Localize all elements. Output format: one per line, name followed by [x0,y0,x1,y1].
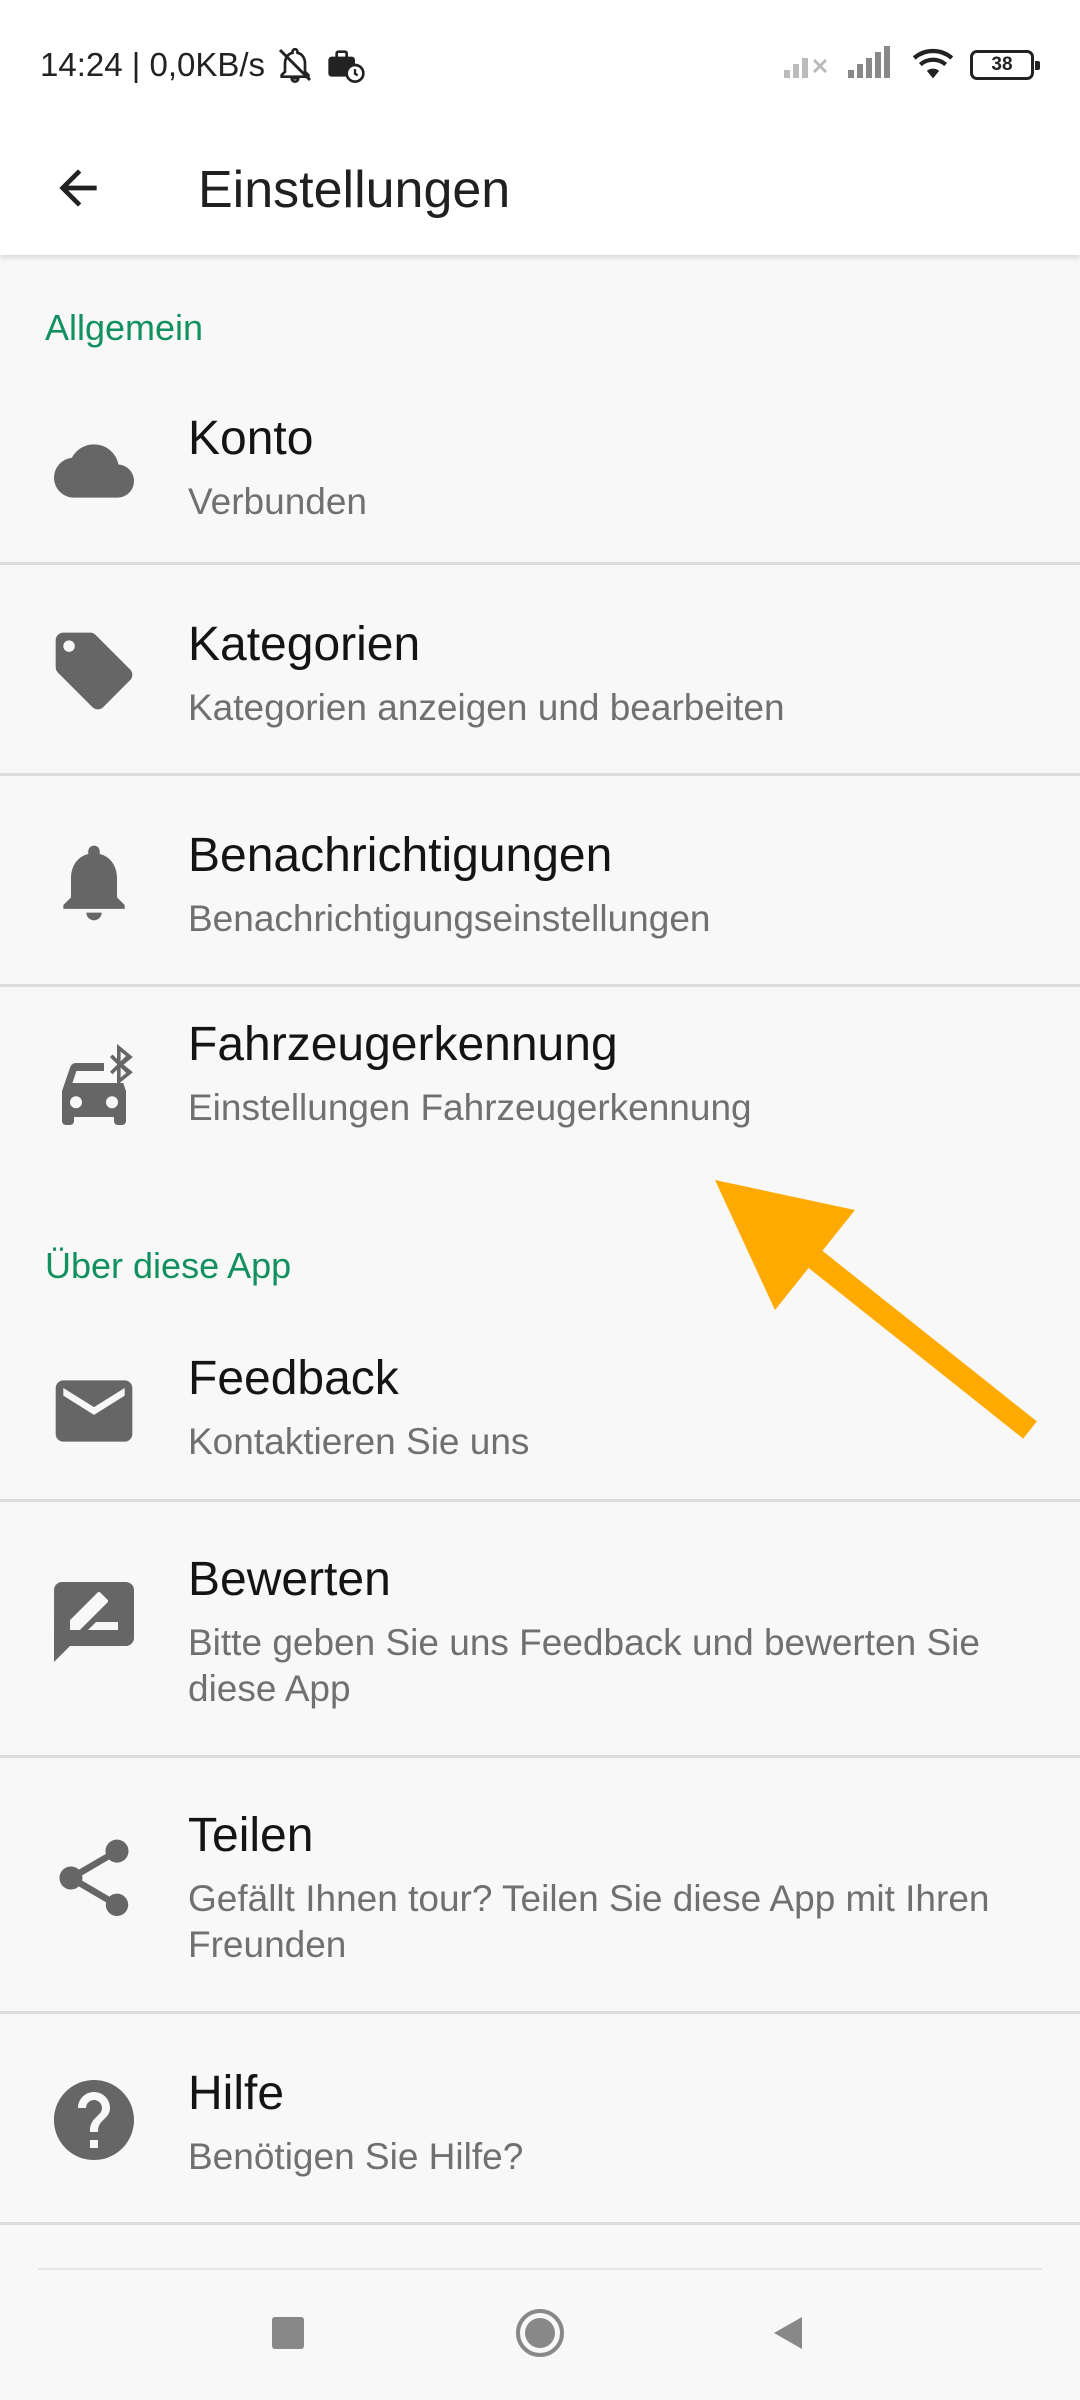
status-bar: 14:24 | 0,0KB/s 38 [0,0,1080,130]
arrow-back-icon [50,160,106,221]
settings-screen: 14:24 | 0,0KB/s 38 Einstellungen Allgeme… [0,0,1080,2400]
settings-item-subtitle: Verbunden [188,481,368,522]
car-bluetooth-icon [44,1041,144,1141]
settings-item-subtitle: Bitte geben Sie uns Feedback und bewerte… [188,1622,980,1709]
cloud-icon [44,421,144,521]
home-circle-icon [514,2307,566,2364]
settings-item-subtitle: Gefällt Ihnen tour? Teilen Sie diese App… [188,1878,990,1965]
app-bar: Einstellungen [0,130,1080,255]
page-title: Einstellungen [198,161,511,219]
settings-item-rate[interactable]: Bewerten Bitte geben Sie uns Feedback un… [0,1502,1080,1757]
settings-item-title: Benachrichtigungen [188,829,613,882]
header: 14:24 | 0,0KB/s 38 Einstellungen [0,0,1080,255]
home-button[interactable] [480,2270,600,2400]
settings-item-subtitle: Einstellungen Fahrzeugerkennung [188,1087,752,1128]
back-button[interactable] [40,152,116,228]
status-left: 14:24 | 0,0KB/s [40,44,365,86]
settings-item-help[interactable]: Hilfe Benötigen Sie Hilfe? [0,2014,1080,2224]
help-icon [44,2070,144,2170]
settings-item-share[interactable]: Teilen Gefällt Ihnen tour? Teilen Sie di… [0,1758,1080,2013]
settings-item-subtitle: Kategorien anzeigen und bearbeiten [188,687,785,728]
battery-icon: 38 [970,50,1040,80]
status-right: 38 [782,44,1040,86]
settings-item-title: Fahrzeugerkennung [188,1018,618,1071]
settings-item-title: Feedback [188,1352,399,1405]
wifi-icon [910,45,956,86]
settings-item-title: Kategorien [188,618,421,671]
settings-item-vehicle-detection[interactable]: Fahrzeugerkennung Einstellungen Fahrzeug… [0,987,1080,1187]
notifications-off-icon [275,45,315,85]
section-header-about: Über diese App [45,1245,292,1286]
back-triangle-icon [768,2313,808,2358]
recents-button[interactable] [228,2270,348,2400]
signal-off-icon [782,46,832,85]
settings-item-account[interactable]: Konto Verbunden [0,385,1080,563]
rate-review-icon [44,1572,144,1672]
status-time-speed: 14:24 | 0,0KB/s [40,46,266,83]
settings-item-subtitle: Benötigen Sie Hilfe? [188,2136,524,2177]
divider [0,2222,1080,2225]
settings-item-notifications[interactable]: Benachrichtigungen Benachrichtigungseins… [0,776,1080,986]
system-nav-bar [0,2270,1080,2400]
share-icon [44,1828,144,1928]
settings-item-title: Teilen [188,1809,314,1862]
signal-icon [846,45,896,85]
settings-item-title: Bewerten [188,1553,391,1606]
bell-icon [44,832,144,932]
section-header-general: Allgemein [45,307,204,348]
annotation-arrow [700,1160,1050,1455]
settings-item-title: Hilfe [188,2067,285,2120]
battery-level: 38 [991,54,1013,75]
settings-item-subtitle: Benachrichtigungseinstellungen [188,898,711,939]
settings-item-title: Konto [188,412,314,465]
recents-square-icon [270,2315,306,2356]
tag-icon [44,621,144,721]
settings-item-categories[interactable]: Kategorien Kategorien anzeigen und bearb… [0,565,1080,775]
briefcase-clock-icon [325,45,365,85]
nav-back-button[interactable] [728,2270,848,2400]
mail-icon [44,1361,144,1461]
